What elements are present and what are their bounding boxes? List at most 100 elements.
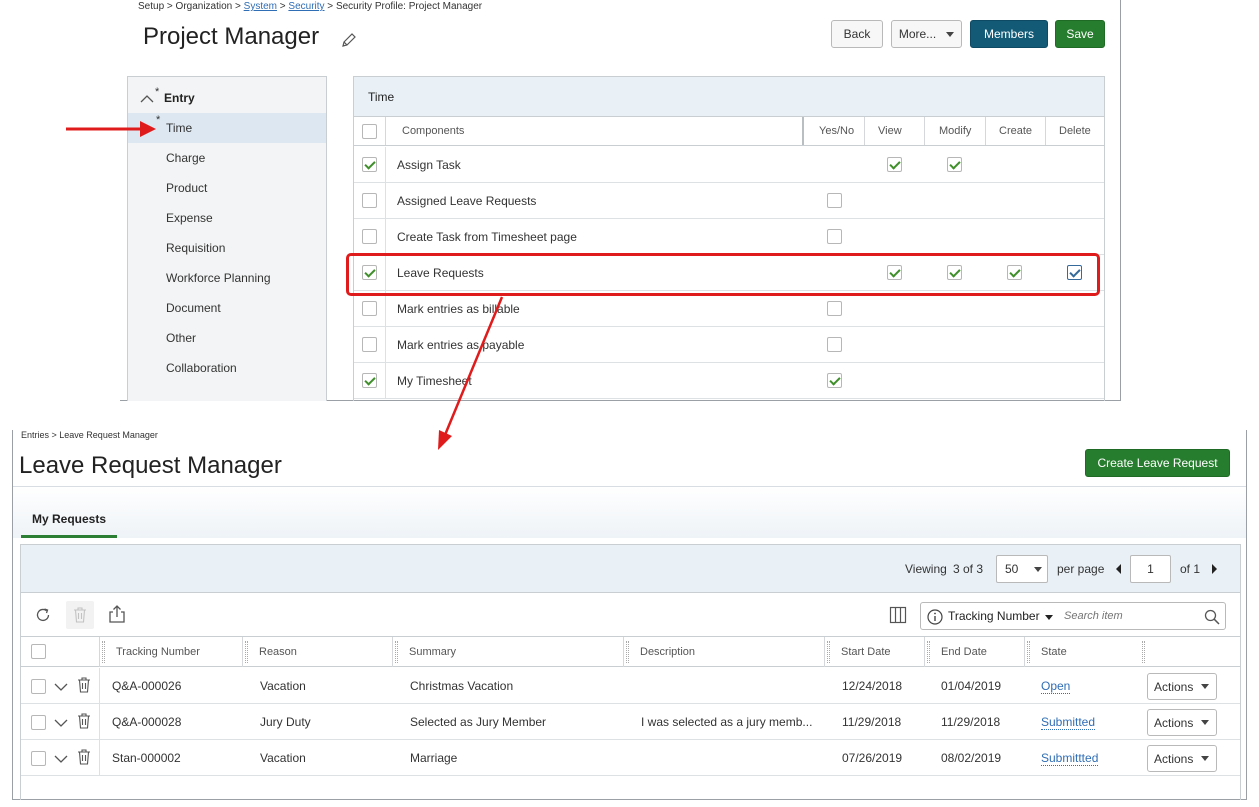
- tab-bar: My Requests: [13, 486, 1246, 538]
- save-button[interactable]: Save: [1055, 20, 1105, 48]
- column-resize-handle[interactable]: [1142, 641, 1145, 663]
- yesno-permission-checkbox[interactable]: [827, 301, 842, 316]
- column-divider: [99, 637, 100, 667]
- view-permission-checkbox[interactable]: [887, 157, 902, 172]
- col-summary[interactable]: Summary: [399, 637, 456, 667]
- row-select-checkbox[interactable]: [362, 373, 377, 388]
- select-all-checkbox[interactable]: [362, 124, 377, 139]
- summary-cell: Christmas Vacation: [410, 679, 514, 693]
- row-divider: [99, 668, 100, 703]
- breadcrumb-entries[interactable]: Entries: [21, 430, 49, 440]
- col-view[interactable]: View: [878, 125, 902, 137]
- yesno-permission-checkbox[interactable]: [827, 337, 842, 352]
- column-resize-handle[interactable]: [1027, 641, 1030, 663]
- nav-item-charge[interactable]: Charge: [128, 143, 326, 173]
- column-divider: [924, 637, 925, 667]
- refresh-icon[interactable]: [34, 606, 52, 624]
- edit-pencil-icon[interactable]: [340, 31, 358, 49]
- columns-icon[interactable]: [889, 606, 907, 624]
- col-create[interactable]: Create: [999, 125, 1032, 137]
- breadcrumb-security-link[interactable]: Security: [288, 1, 324, 12]
- nav-group-entry[interactable]: Entry: [164, 91, 195, 105]
- row-select-checkbox[interactable]: [362, 193, 377, 208]
- permission-row: My Timesheet: [354, 363, 1104, 399]
- row-select-checkbox[interactable]: [362, 229, 377, 244]
- export-icon[interactable]: [108, 604, 126, 624]
- col-components[interactable]: Components: [402, 125, 464, 137]
- next-page-icon[interactable]: [1212, 564, 1217, 574]
- requests-list: Viewing 3 of 3 50 per page 1 of 1 Tracki…: [20, 544, 1241, 800]
- col-end-date[interactable]: End Date: [931, 637, 987, 667]
- more-dropdown-button[interactable]: More...: [891, 20, 962, 48]
- col-reason[interactable]: Reason: [249, 637, 297, 667]
- nav-item-collaboration[interactable]: Collaboration: [128, 353, 326, 383]
- nav-item-document[interactable]: Document: [128, 293, 326, 323]
- members-button[interactable]: Members: [970, 20, 1048, 48]
- nav-item-expense[interactable]: Expense: [128, 203, 326, 233]
- row-select-checkbox[interactable]: [362, 301, 377, 316]
- yesno-permission-checkbox[interactable]: [827, 193, 842, 208]
- expand-chevron-icon[interactable]: [54, 718, 68, 728]
- row-select-checkbox[interactable]: [31, 679, 46, 694]
- breadcrumb-system-link[interactable]: System: [244, 1, 277, 12]
- trash-icon[interactable]: [77, 749, 91, 765]
- row-select-checkbox[interactable]: [31, 751, 46, 766]
- nav-item-requisition[interactable]: Requisition: [128, 233, 326, 263]
- col-tracking-number[interactable]: Tracking Number: [106, 637, 200, 667]
- nav-item-other[interactable]: Other: [128, 323, 326, 353]
- row-select-checkbox[interactable]: [362, 337, 377, 352]
- chevron-up-icon[interactable]: [140, 94, 154, 104]
- trash-icon[interactable]: [77, 713, 91, 729]
- row-select-checkbox[interactable]: [362, 157, 377, 172]
- modified-star-icon: *: [155, 86, 160, 98]
- expand-chevron-icon[interactable]: [54, 682, 68, 692]
- nav-item-product[interactable]: Product: [128, 173, 326, 203]
- permission-row: Create Task from Timesheet page: [354, 219, 1104, 255]
- expand-chevron-icon[interactable]: [54, 754, 68, 764]
- state-link[interactable]: Submitted: [1041, 715, 1096, 730]
- actions-label: Actions: [1154, 751, 1194, 766]
- create-leave-request-button[interactable]: Create Leave Request: [1085, 449, 1230, 477]
- yesno-permission-checkbox[interactable]: [827, 229, 842, 244]
- col-state[interactable]: State: [1031, 637, 1067, 667]
- search-icon[interactable]: [1204, 609, 1220, 625]
- actions-dropdown-button[interactable]: Actions: [1147, 673, 1217, 700]
- select-all-requests-checkbox[interactable]: [31, 644, 46, 659]
- nav-item-workforce-planning[interactable]: Workforce Planning: [128, 263, 326, 293]
- row-select-checkbox[interactable]: [31, 715, 46, 730]
- page-number-input[interactable]: 1: [1130, 555, 1171, 583]
- permission-row: Assigned Leave Requests: [354, 183, 1104, 219]
- prev-page-icon[interactable]: [1116, 564, 1121, 574]
- state-link[interactable]: Submittted: [1041, 751, 1099, 766]
- column-resize-handle[interactable]: [827, 641, 830, 663]
- per-page-select[interactable]: 50: [996, 555, 1048, 583]
- permission-row: Mark entries as payable: [354, 327, 1104, 363]
- column-resize-handle[interactable]: [927, 641, 930, 663]
- reason-cell: Jury Duty: [260, 715, 311, 729]
- col-delete[interactable]: Delete: [1059, 125, 1091, 137]
- trash-icon[interactable]: [77, 677, 91, 693]
- tab-my-requests[interactable]: My Requests: [21, 512, 117, 538]
- modify-permission-checkbox[interactable]: [947, 157, 962, 172]
- yesno-permission-checkbox[interactable]: [827, 373, 842, 388]
- description-cell: I was selected as a jury memb...: [641, 715, 813, 729]
- column-resize-handle[interactable]: [626, 641, 629, 663]
- nav-item-time[interactable]: Time *: [128, 113, 326, 143]
- actions-dropdown-button[interactable]: Actions: [1147, 709, 1217, 736]
- column-resize-handle[interactable]: [245, 641, 248, 663]
- search-field-select[interactable]: Tracking Number: [948, 609, 1053, 623]
- delete-button[interactable]: [66, 601, 94, 629]
- col-description[interactable]: Description: [630, 637, 695, 667]
- state-link[interactable]: Open: [1041, 679, 1071, 694]
- row-divider: [99, 704, 100, 739]
- search-input[interactable]: [1064, 606, 1194, 626]
- component-label: Mark entries as payable: [397, 338, 525, 352]
- column-resize-handle[interactable]: [395, 641, 398, 663]
- col-modify[interactable]: Modify: [939, 125, 971, 137]
- col-start-date[interactable]: Start Date: [831, 637, 891, 667]
- col-yesno[interactable]: Yes/No: [819, 125, 854, 137]
- column-resize-handle[interactable]: [102, 641, 105, 663]
- component-label: Assign Task: [397, 158, 461, 172]
- actions-dropdown-button[interactable]: Actions: [1147, 745, 1217, 772]
- back-button[interactable]: Back: [831, 20, 883, 48]
